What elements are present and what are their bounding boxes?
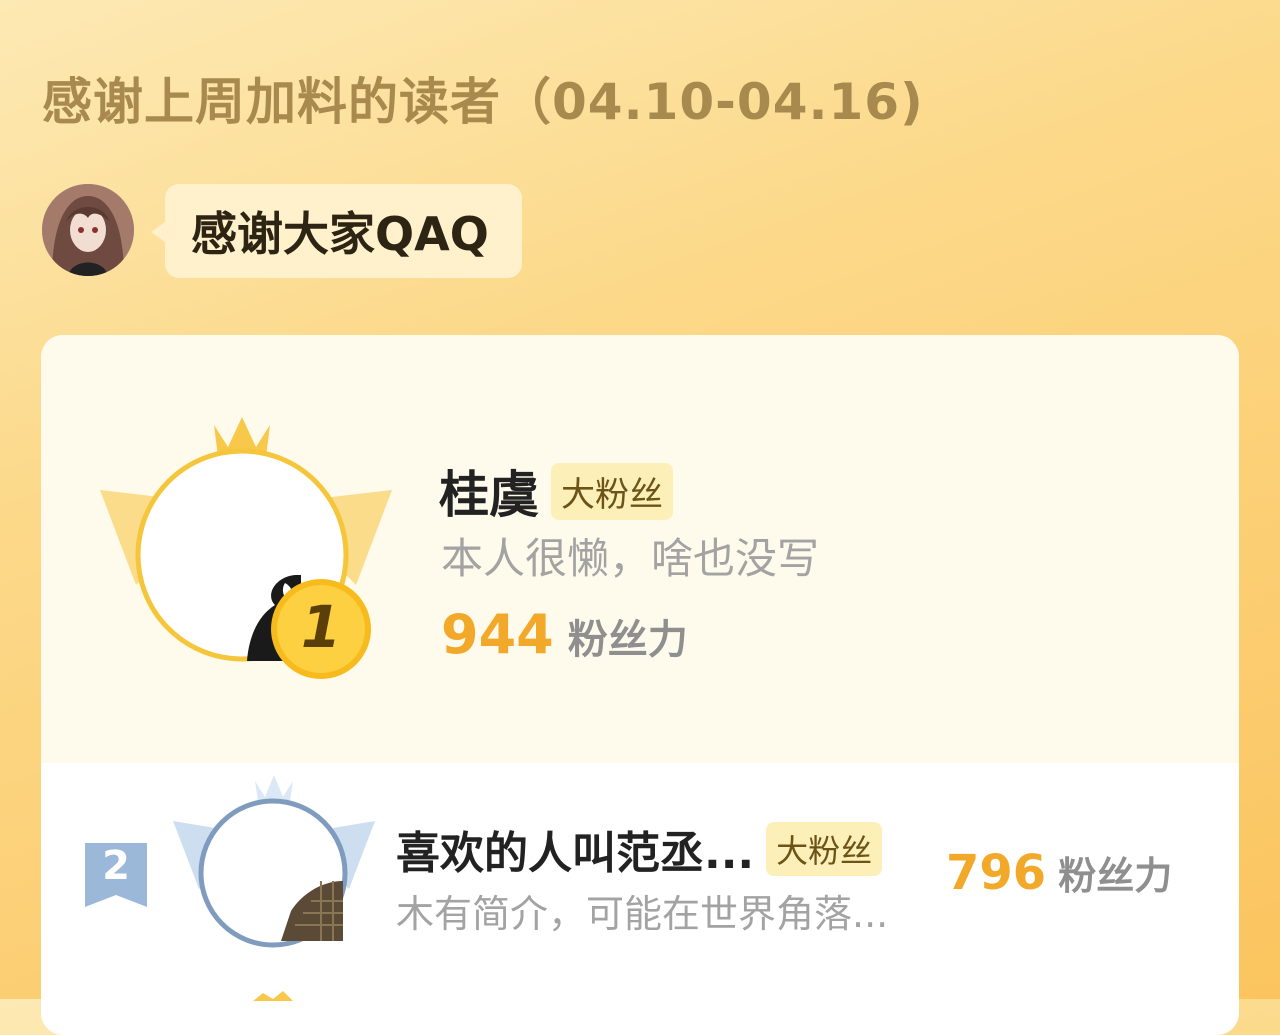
rank-1-entry[interactable]: 1 桂虞 大粉丝 本人很懒，啥也没写 944 粉丝力 <box>41 335 1239 763</box>
ranking-card: 1 桂虞 大粉丝 本人很懒，啥也没写 944 粉丝力 2 喜欢的人叫范丞... … <box>41 335 1239 1035</box>
rank-2-emblem-icon <box>173 775 375 948</box>
rank-1-number: 1 <box>300 593 342 661</box>
rank-1-bio: 本人很懒，啥也没写 <box>441 534 820 583</box>
rank-2-fan-power: 796 粉丝力 <box>946 845 1172 901</box>
rank-2-badge: 大粉丝 <box>766 822 883 876</box>
rank-1-badge: 大粉丝 <box>551 462 673 520</box>
rank-2-number: 2 <box>102 843 130 889</box>
rank-2-fan-power-label: 粉丝力 <box>1058 854 1173 898</box>
author-avatar-icon <box>42 184 134 276</box>
rank-3-crown-icon <box>253 991 293 1001</box>
page-title: 感谢上周加料的读者（04.10-04.16) <box>42 73 924 131</box>
rank-1-fan-power-label: 粉丝力 <box>567 617 688 663</box>
rank-1-fan-power-value: 944 <box>441 603 554 666</box>
rank-1-fan-power: 944 粉丝力 <box>441 603 688 666</box>
rank-2-bio: 木有简介，可能在世界角落... <box>396 892 889 936</box>
rank-2-entry[interactable]: 2 喜欢的人叫范丞... 大粉丝 木有简介，可能在世界角落... 796 粉丝力 <box>41 763 1239 999</box>
rank-2-fan-power-value: 796 <box>946 845 1047 901</box>
author-message-text: 感谢大家QAQ <box>191 207 489 261</box>
rank-2-avatar[interactable] <box>281 881 343 941</box>
author-avatar[interactable] <box>42 184 134 276</box>
rank-2-name-row: 喜欢的人叫范丞... 大粉丝 <box>396 817 883 881</box>
author-message-bubble: 感谢大家QAQ <box>151 184 522 278</box>
rank-1-name-row: 桂虞 大粉丝 <box>439 455 673 527</box>
rank-2-name[interactable]: 喜欢的人叫范丞... <box>396 817 754 881</box>
rank-1-name[interactable]: 桂虞 <box>439 455 539 527</box>
rank-2-avatar-image <box>281 881 343 941</box>
